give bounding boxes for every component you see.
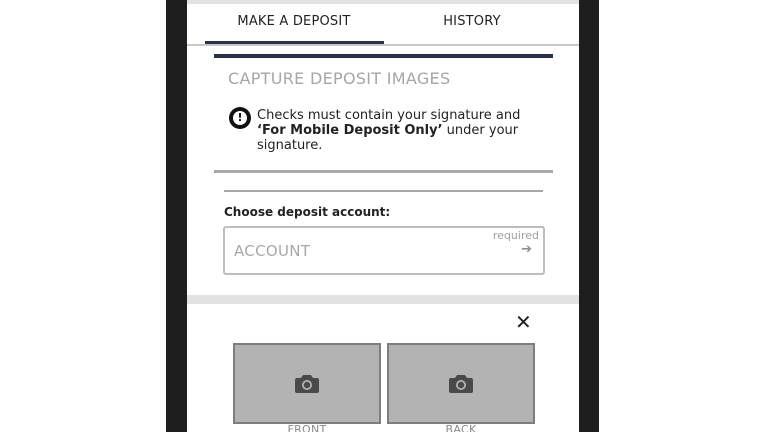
section-divider-thin	[224, 190, 543, 192]
tab-bar-divider	[187, 44, 579, 46]
account-select-field[interactable]: required ACCOUNT ➔	[223, 226, 545, 275]
section-top-bar	[214, 54, 553, 58]
capture-front-button[interactable]	[233, 343, 381, 424]
camera-icon	[295, 375, 319, 393]
top-strip	[187, 0, 579, 4]
notice-bold-text: ‘For Mobile Deposit Only’	[257, 123, 443, 138]
camera-icon	[449, 375, 473, 393]
arrow-right-icon: ➔	[521, 242, 532, 257]
alert-icon: !	[229, 107, 251, 129]
capture-back-button[interactable]	[387, 343, 535, 424]
section-divider-thick	[214, 170, 553, 173]
notice-text-line2: ‘For Mobile Deposit Only’ under your sig…	[257, 123, 579, 153]
device-bezel-left	[166, 0, 187, 432]
tab-history[interactable]: HISTORY	[383, 14, 561, 29]
required-hint: required	[492, 229, 539, 242]
app-screen: MAKE A DEPOSIT HISTORY CAPTURE DEPOSIT I…	[187, 0, 579, 432]
close-icon[interactable]: ✕	[515, 312, 532, 332]
account-label: Choose deposit account:	[224, 205, 391, 219]
tab-make-a-deposit[interactable]: MAKE A DEPOSIT	[205, 14, 383, 29]
section-separator-band	[187, 295, 579, 304]
account-placeholder: ACCOUNT	[234, 242, 311, 260]
device-bezel-right	[579, 0, 599, 432]
front-image-label: FRONT	[287, 423, 327, 432]
back-image-label: BACK	[445, 423, 477, 432]
notice-text-line1: Checks must contain your signature and	[257, 108, 521, 123]
section-title: CAPTURE DEPOSIT IMAGES	[228, 69, 451, 88]
